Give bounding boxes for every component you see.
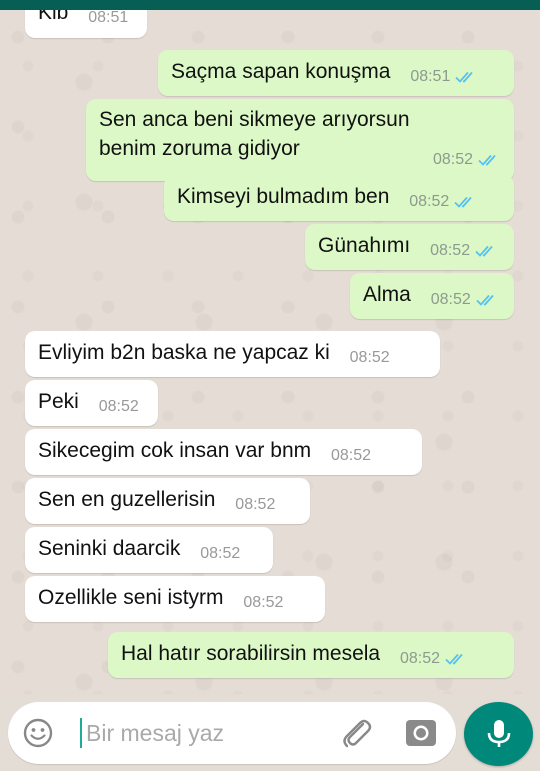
double-check-icon (455, 71, 474, 83)
message-time: 08:51 (410, 62, 479, 91)
message-time: 08:52 (433, 145, 502, 174)
message-text: Kib (38, 10, 69, 24)
message-time: 08:52 (430, 236, 499, 265)
message-time: 08:51 (88, 10, 129, 26)
text-caret (80, 718, 82, 748)
message-time: 08:52 (400, 644, 469, 673)
message-input-container[interactable]: Bir mesaj yaz (8, 702, 456, 764)
message-bubble-outgoing[interactable]: Sen anca beni sikmeye arıyorsun benim zo… (86, 99, 514, 181)
paperclip-icon[interactable] (338, 716, 374, 750)
message-text: Peki (38, 390, 79, 413)
message-text: Günahımı (318, 234, 411, 257)
message-bubble-incoming[interactable]: Seninki daarcik 08:52 (25, 527, 273, 573)
message-text: Kimseyi bulmadım ben (177, 185, 390, 208)
double-check-icon (445, 653, 463, 665)
voice-record-button[interactable] (464, 702, 533, 766)
chat-area[interactable]: Kib 08:51 Saçma sapan konuşma 08:51 Sen … (0, 10, 540, 694)
message-bubble-incoming[interactable]: Peki 08:52 (25, 380, 158, 426)
message-text: Ozellikle seni istyrm (38, 586, 224, 609)
camera-icon[interactable] (404, 716, 438, 750)
compose-bar: Bir mesaj yaz (0, 694, 540, 771)
message-bubble-outgoing[interactable]: Alma 08:52 (350, 273, 514, 319)
message-input[interactable]: Bir mesaj yaz (86, 718, 224, 748)
message-text: Seninki daarcik (38, 537, 181, 560)
emoji-icon[interactable] (22, 717, 54, 749)
message-bubble-incoming[interactable]: Evliyim b2n baska ne yapcaz ki 08:52 (25, 331, 440, 377)
message-text: Sikecegim cok insan var bnm (38, 439, 312, 462)
message-bubble-outgoing[interactable]: Hal hatır sorabilirsin mesela 08:52 (108, 632, 514, 678)
message-text: Evliyim b2n baska ne yapcaz ki (38, 341, 330, 364)
message-bubble-incoming[interactable]: Ozellikle seni istyrm 08:52 (25, 576, 325, 622)
double-check-icon (476, 294, 494, 306)
message-time: 08:52 (98, 398, 139, 415)
message-time: 08:52 (235, 496, 276, 513)
message-bubble-incoming[interactable]: Kib 08:51 (25, 10, 147, 38)
microphone-icon (487, 720, 511, 747)
message-text: Hal hatır sorabilirsin mesela (121, 642, 381, 665)
app-header-strip (0, 0, 540, 10)
message-text: Alma (363, 283, 411, 306)
message-time: 08:52 (349, 349, 390, 366)
message-time: 08:52 (431, 285, 500, 314)
message-bubble-outgoing[interactable]: Saçma sapan konuşma 08:51 (158, 50, 514, 96)
double-check-icon (454, 196, 472, 208)
message-time: 08:52 (243, 594, 284, 611)
message-bubble-incoming[interactable]: Sikecegim cok insan var bnm 08:52 (25, 429, 422, 475)
message-text: Sen en guzellerisin (38, 488, 216, 511)
message-text: Saçma sapan konuşma (171, 60, 391, 83)
message-time: 08:52 (200, 545, 241, 562)
message-text: Sen anca beni sikmeye arıyorsun benim zo… (99, 108, 410, 160)
message-bubble-incoming[interactable]: Sen en guzellerisin 08:52 (25, 478, 310, 524)
double-check-icon (475, 245, 493, 257)
double-check-icon (478, 154, 496, 166)
message-bubble-outgoing[interactable]: Kimseyi bulmadım ben 08:52 (164, 175, 514, 221)
message-time: 08:52 (409, 187, 478, 216)
message-bubble-outgoing[interactable]: Günahımı 08:52 (305, 224, 514, 270)
message-time: 08:52 (330, 447, 372, 464)
